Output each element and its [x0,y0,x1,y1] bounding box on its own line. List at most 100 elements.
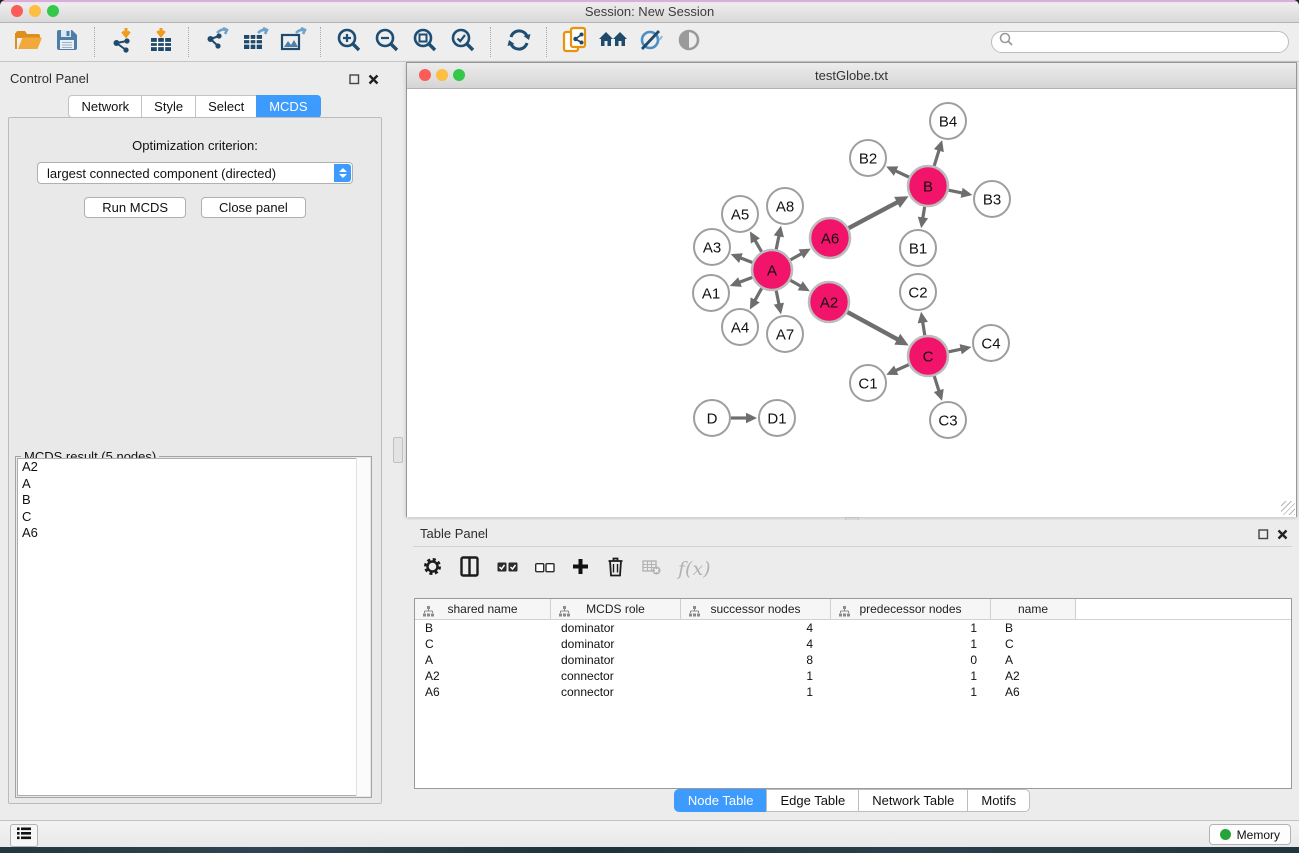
search-field[interactable] [991,31,1289,53]
delete-columns-button[interactable] [606,556,625,582]
node-table[interactable]: shared name MCDS role successor nodesprede… [414,598,1292,789]
graph-node-label: A4 [731,319,749,336]
export-table-button[interactable] [236,26,274,58]
tab-network-table[interactable]: Network Table [858,789,968,812]
tab-motifs[interactable]: Motifs [967,789,1030,812]
eye-icon [676,27,702,58]
function-builder-button[interactable]: f(x) [678,558,711,580]
table-cell: 4 [681,636,831,652]
show-all-networks-button[interactable] [594,26,632,58]
graph-edge-A-A8[interactable] [776,235,779,249]
graph-edge-B-B4[interactable] [934,150,939,166]
graph-edge-A-A6[interactable] [790,253,802,259]
table-cell: 1 [681,668,831,684]
graph-edge-A6-B[interactable] [849,202,898,228]
control-panel-tabs: NetworkStyleSelectMCDS [0,95,390,118]
arrowhead-icon [918,217,928,229]
destroy-table-button[interactable] [642,558,661,580]
mcds-result-item[interactable]: C [18,509,369,526]
import-table-button[interactable] [142,26,180,58]
mcds-result-item[interactable]: B [18,492,369,509]
unselect-all-rows-button[interactable] [535,560,555,578]
table-row[interactable]: Adominator80A [415,652,1291,668]
tab-style[interactable]: Style [141,95,196,118]
graph-edge-A-A7[interactable] [776,291,779,305]
close-panel-button[interactable]: Close panel [201,197,306,218]
mcds-result-item[interactable]: A2 [18,459,369,476]
graph-node-label: A3 [703,239,721,256]
mcds-result-item[interactable]: A6 [18,525,369,542]
column-header-mcds-role[interactable]: MCDS role [551,599,681,619]
add-column-button[interactable] [572,558,589,580]
table-panel: Table Panel f(x) shared nameMCDS rolesuc… [406,520,1299,820]
graph-edge-A2-C[interactable] [847,312,898,340]
graph-node-label: B2 [859,150,877,167]
close-table-panel-icon[interactable] [1277,527,1288,545]
save-floppy-icon [55,28,79,57]
network-canvas[interactable]: AA1A2A3A4A5A6A7A8BB1B2B3B4CC1C2C3C4DD1 [407,89,1296,517]
graph-edge-A-A4[interactable] [755,288,762,301]
toggle-graphics-details-button[interactable] [670,26,708,58]
graph-edge-B-B2[interactable] [895,171,909,177]
save-session-button[interactable] [48,26,86,58]
close-panel-icon[interactable] [368,72,379,90]
mcds-result-list: A2ABCA6 [17,458,370,796]
refresh-view-button[interactable] [500,26,538,58]
toolbar-separator [188,27,190,57]
run-mcds-button[interactable]: Run MCDS [84,197,186,218]
hide-graphics-details-button[interactable] [632,26,670,58]
vertical-splitter-grip[interactable] [393,437,403,463]
show-column-panel-button[interactable] [460,556,480,582]
graph-edge-C-C2[interactable] [923,322,925,336]
graph-edge-A-A3[interactable] [740,258,752,263]
export-network-button[interactable] [198,26,236,58]
table-row[interactable]: A2connector11A2 [415,668,1291,684]
table-row[interactable]: A6connector11A6 [415,684,1291,700]
tab-network[interactable]: Network [68,95,142,118]
column-header-shared-name[interactable]: shared name [415,599,551,619]
task-history-button[interactable] [10,824,38,847]
criterion-select[interactable]: largest connected component (directed) [37,162,353,184]
table-row[interactable]: Cdominator41C [415,636,1291,652]
graph-edge-A-A5[interactable] [755,240,762,252]
table-options-button[interactable] [422,556,443,582]
export-image-button[interactable] [274,26,312,58]
status-bar: Memory [0,820,1299,848]
window-resize-grip[interactable] [1281,501,1295,515]
result-scrollbar[interactable] [356,458,370,796]
column-header-predecessor-nodes[interactable]: predecessor nodes [831,599,991,619]
float-table-panel-icon[interactable] [1258,527,1269,545]
table-row[interactable]: Bdominator41B [415,620,1291,636]
graph-edge-A-A1[interactable] [739,277,752,282]
graph-node-label: A7 [776,326,794,343]
create-network-from-selection-button[interactable] [556,26,594,58]
zoom-out-button[interactable] [368,26,406,58]
memory-button[interactable]: Memory [1209,824,1291,845]
column-header-successor-nodes[interactable]: successor nodes [681,599,831,619]
mcds-result-item[interactable]: A [18,476,369,493]
tab-edge-table[interactable]: Edge Table [766,789,859,812]
zoom-selected-button[interactable] [444,26,482,58]
select-all-rows-button[interactable] [497,560,518,578]
table-cell: dominator [551,620,681,636]
graph-edge-B-B1[interactable] [923,207,925,219]
table-cell: A [991,652,1076,668]
search-input[interactable] [1015,33,1288,51]
zoom-in-button[interactable] [330,26,368,58]
column-label: MCDS role [586,602,645,616]
fit-content-button[interactable] [406,26,444,58]
float-panel-icon[interactable] [349,72,360,90]
graph-edge-C-C3[interactable] [934,376,939,391]
tab-node-table[interactable]: Node Table [674,789,768,812]
import-network-button[interactable] [104,26,142,58]
open-session-button[interactable] [10,26,48,58]
column-header-name[interactable]: name [991,599,1076,619]
graph-edge-A-A2[interactable] [790,280,801,286]
graph-edge-B-B3[interactable] [949,190,963,193]
tab-select[interactable]: Select [195,95,257,118]
graph-edge-C-C1[interactable] [895,365,908,371]
tab-mcds[interactable]: MCDS [256,95,320,118]
table-cell: dominator [551,652,681,668]
graph-node-label: A [767,262,777,279]
graph-edge-C-C4[interactable] [949,349,962,352]
